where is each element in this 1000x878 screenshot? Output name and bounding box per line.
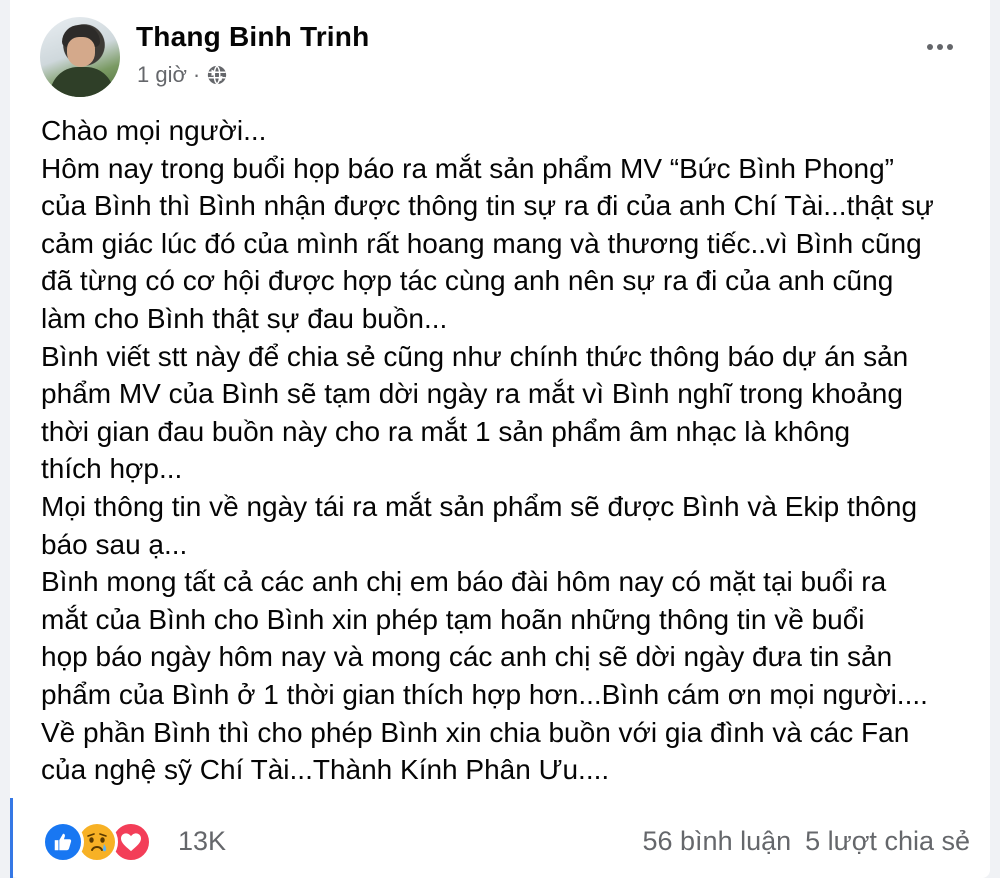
post-header: Thang Binh Trinh 1 giờ · [40, 17, 960, 97]
share-count[interactable]: 5 lượt chia sẻ [805, 826, 970, 857]
avatar-shirt [50, 67, 114, 97]
post-line: họp báo ngày hôm nay và mong các anh chị… [41, 641, 893, 673]
globe-icon[interactable] [206, 64, 228, 86]
author-name[interactable]: Thang Binh Trinh [136, 21, 369, 53]
avatar-face [67, 37, 95, 67]
meta-separator: · [192, 62, 201, 87]
post-line: Về phần Bình thì cho phép Bình xin chia … [41, 716, 910, 748]
post-line: Chào mọi người... [41, 115, 267, 146]
more-dot-icon [947, 44, 953, 50]
more-dot-icon [937, 44, 943, 50]
post-line: phẩm MV của Bình sẽ tạm dời ngày ra mắt … [41, 378, 903, 410]
reaction-icons[interactable] [42, 821, 152, 863]
post-line: báo sau ạ... [41, 528, 188, 560]
post-meta: 1 giờ · [137, 62, 228, 88]
reaction-count[interactable]: 13K [178, 826, 226, 857]
post-line: thời gian đau buồn này cho ra mắt 1 sản … [41, 415, 851, 447]
post-line: Bình mong tất cả các anh chị em báo đài … [41, 566, 887, 598]
post-time[interactable]: 1 giờ [137, 62, 187, 88]
post-line: mắt của Bình cho Bình xin phép tạm hoãn … [41, 603, 865, 635]
post-line: thích hợp... [41, 453, 183, 485]
more-options-button[interactable] [920, 35, 960, 59]
more-dot-icon [927, 44, 933, 50]
post-line: Bình viết stt này để chia sẻ cũng như ch… [41, 340, 909, 372]
post-line: của nghệ sỹ Chí Tài...Thành Kính Phân Ưu… [41, 754, 610, 786]
like-icon [42, 821, 84, 863]
post-line: của Bình thì Bình nhận được thông tin sự… [41, 190, 934, 222]
post-line: phẩm của Bình ở 1 thời gian thích hợp hơ… [41, 678, 928, 710]
avatar[interactable] [40, 17, 120, 97]
post-line: đã từng có cơ hội được hợp tác cùng anh … [41, 265, 894, 297]
left-edge-highlight [10, 798, 13, 878]
post-body: Chào mọi người... Hôm nay trong buổi họp… [41, 112, 971, 789]
post-line: Mọi thông tin về ngày tái ra mắt sản phẩ… [41, 490, 918, 522]
post-line: Hôm nay trong buổi họp báo ra mắt sản ph… [41, 152, 894, 184]
engagement-stats: 56 bình luận 5 lượt chia sẻ [643, 826, 971, 857]
post-line: cảm giác lúc đó của mình rất hoang mang … [41, 227, 922, 259]
post-footer: 13K 56 bình luận 5 lượt chia sẻ [42, 818, 970, 866]
post-card: Thang Binh Trinh 1 giờ · Chào mọi người.… [10, 0, 990, 878]
post-line: làm cho Bình thật sự đau buồn... [41, 302, 448, 334]
comment-count[interactable]: 56 bình luận [643, 826, 792, 857]
